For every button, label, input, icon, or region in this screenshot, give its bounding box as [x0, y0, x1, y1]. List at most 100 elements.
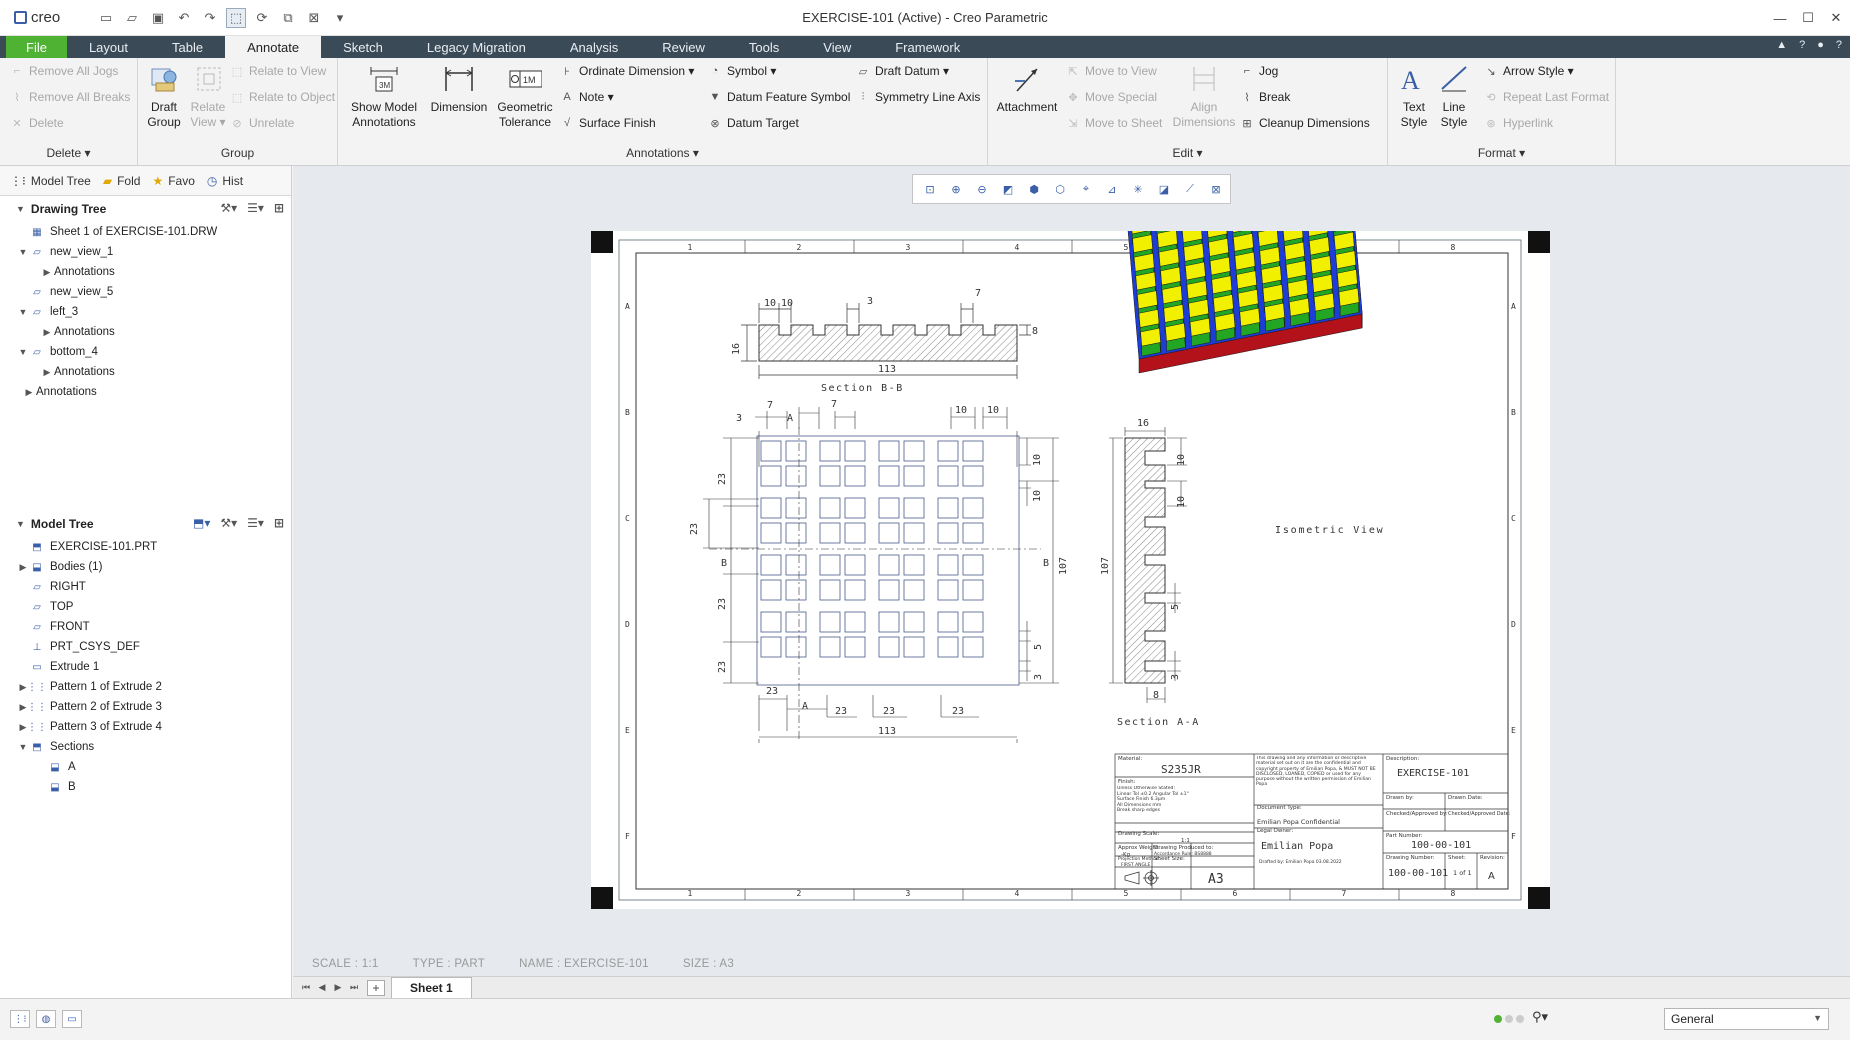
- format-group-label[interactable]: Format ▾: [1388, 146, 1615, 160]
- show-options-icon[interactable]: ☰▾: [247, 516, 264, 530]
- windows-icon[interactable]: ⧉: [278, 8, 298, 28]
- draft-datum-button[interactable]: ▱ Draft Datum ▾: [856, 64, 949, 78]
- drawing-tree-item[interactable]: ▦ Sheet 1 of EXERCISE-101.DRW: [0, 222, 292, 242]
- symbol-button[interactable]: ◔ Symbol ▾: [708, 64, 777, 78]
- align-dimensions-button[interactable]: Align Dimensions: [1173, 62, 1235, 130]
- tab-review[interactable]: Review: [640, 36, 727, 58]
- relate-to-view-button[interactable]: ⬚ Relate to View: [230, 64, 326, 78]
- expand-arrow-icon[interactable]: ▶: [40, 367, 54, 378]
- model-tree-item[interactable]: ▭ Extrude 1: [0, 657, 292, 677]
- tab-file[interactable]: File: [6, 36, 67, 58]
- spin-center-icon[interactable]: ✳: [1127, 178, 1149, 200]
- repaint-icon[interactable]: ◩: [997, 178, 1019, 200]
- arrow-style-button[interactable]: ↘ Arrow Style ▾: [1484, 64, 1573, 78]
- draft-group-button[interactable]: Draft Group: [142, 62, 186, 130]
- tab-view[interactable]: View: [801, 36, 873, 58]
- tab-legacy-migration[interactable]: Legacy Migration: [405, 36, 548, 58]
- expand-arrow-icon[interactable]: ▶: [40, 267, 54, 278]
- find-icon[interactable]: ⚲▾: [1532, 1009, 1548, 1025]
- tab-favorites[interactable]: ★ Favo: [152, 174, 194, 188]
- collapse-arrow-icon[interactable]: ▼: [16, 247, 30, 257]
- show-model-annotations-button[interactable]: 3M Show Model Annotations: [344, 62, 424, 130]
- help-icon[interactable]: ?: [1799, 39, 1805, 51]
- model-tree-item[interactable]: ▱ FRONT: [0, 617, 292, 637]
- app-logo[interactable]: creo: [14, 9, 60, 26]
- surface-finish-button[interactable]: √ Surface Finish: [560, 116, 656, 130]
- drawing-tree-item[interactable]: ▼ ▱ left_3: [0, 302, 292, 322]
- toggle-browser-icon[interactable]: ◍: [36, 1010, 56, 1028]
- symmetry-line-axis-button[interactable]: ⫶ Symmetry Line Axis: [856, 90, 981, 104]
- first-sheet-icon[interactable]: ⏮: [299, 980, 313, 996]
- model-tree-item[interactable]: ⬒ EXERCISE-101.PRT: [0, 537, 292, 557]
- full-screen-icon[interactable]: ▭: [62, 1010, 82, 1028]
- tab-model-tree[interactable]: ⋮⁝ Model Tree: [10, 174, 91, 188]
- ordinate-dimension-button[interactable]: ⊦ Ordinate Dimension ▾: [560, 64, 694, 78]
- break-button[interactable]: ⌇ Break: [1240, 90, 1290, 104]
- zoom-out-icon[interactable]: ⊖: [971, 178, 993, 200]
- drawing-tree-item[interactable]: ▼ ▱ new_view_1: [0, 242, 292, 262]
- move-to-view-button[interactable]: ⇱ Move to View: [1066, 64, 1156, 78]
- settings-tools-icon[interactable]: ⚒▾: [220, 516, 237, 530]
- view-manager-icon[interactable]: ◪: [1153, 178, 1175, 200]
- redo-icon[interactable]: ↷: [200, 8, 220, 28]
- unrelate-button[interactable]: ⊘ Unrelate: [230, 116, 294, 130]
- drawing-tree-item[interactable]: ▶ Annotations: [0, 362, 292, 382]
- attachment-button[interactable]: Attachment: [992, 62, 1062, 115]
- drawing-tree-item[interactable]: ▼ ▱ bottom_4: [0, 342, 292, 362]
- remove-all-jogs-button[interactable]: ⌐ Remove All Jogs: [10, 64, 119, 78]
- previous-sheet-icon[interactable]: ◀: [315, 980, 329, 996]
- collapse-arrow-icon[interactable]: ▼: [16, 742, 30, 752]
- model-tree-item[interactable]: ⬓ B: [0, 777, 292, 797]
- collapse-ribbon-icon[interactable]: ▲: [1776, 39, 1787, 51]
- datum-display-icon[interactable]: ⌖: [1075, 178, 1097, 200]
- selection-filter[interactable]: General ▼: [1664, 1008, 1829, 1030]
- model-tree-item[interactable]: ▶ ⋮⋮ Pattern 2 of Extrude 3: [0, 697, 292, 717]
- drawing-sheet[interactable]: 1122334455667788AABBCCDDEEFF 10 10 3 7 1…: [591, 231, 1550, 909]
- tab-history[interactable]: ◷ Hist: [207, 174, 243, 188]
- tab-layout[interactable]: Layout: [67, 36, 150, 58]
- text-style-button[interactable]: A Text Style: [1392, 62, 1436, 130]
- geometric-tolerance-button[interactable]: 1M Geometric Tolerance: [492, 62, 558, 130]
- minimize-icon[interactable]: —: [1766, 0, 1794, 36]
- annotations-group-label[interactable]: Annotations ▾: [338, 146, 987, 160]
- model-tree-item[interactable]: ⬓ A: [0, 757, 292, 777]
- filter-icon[interactable]: ⊞: [274, 201, 284, 215]
- drawing-tree-header[interactable]: ▼ Drawing Tree ⚒▾ ☰▾ ⊞: [0, 196, 292, 222]
- edit-group-label[interactable]: Edit ▾: [988, 146, 1387, 160]
- drawing-tree-item[interactable]: ▶ Annotations: [0, 262, 292, 282]
- display-style-icon[interactable]: ⬢: [1023, 178, 1045, 200]
- refit-icon[interactable]: ⊡: [919, 178, 941, 200]
- expand-arrow-icon[interactable]: ▶: [16, 562, 30, 573]
- tab-table[interactable]: Table: [150, 36, 225, 58]
- repeat-last-format-button[interactable]: ⟲ Repeat Last Format: [1484, 90, 1609, 104]
- tab-folder-browser[interactable]: ▰ Fold: [103, 174, 141, 188]
- model-tree-item[interactable]: ▶ ⬓ Bodies (1): [0, 557, 292, 577]
- settings-tools-icon[interactable]: ⚒▾: [220, 201, 237, 215]
- save-icon[interactable]: ▣: [148, 8, 168, 28]
- collapse-arrow-icon[interactable]: ▼: [16, 307, 30, 317]
- help-center-icon[interactable]: ?: [1836, 39, 1842, 51]
- annotation-display-icon[interactable]: ⊿: [1101, 178, 1123, 200]
- relate-to-object-button[interactable]: ⬚ Relate to Object: [230, 90, 335, 104]
- tab-analysis[interactable]: Analysis: [548, 36, 640, 58]
- customize-toolbar-icon[interactable]: ▾: [330, 8, 350, 28]
- tab-annotate[interactable]: Annotate: [225, 36, 322, 58]
- model-tree-item[interactable]: ▶ ⋮⋮ Pattern 1 of Extrude 2: [0, 677, 292, 697]
- move-special-button[interactable]: ✥ Move Special: [1066, 90, 1157, 104]
- user-icon[interactable]: ●: [1817, 39, 1824, 51]
- new-file-icon[interactable]: ▭: [96, 8, 116, 28]
- model-tree-item[interactable]: ▼ ⬒ Sections: [0, 737, 292, 757]
- show-options-icon[interactable]: ☰▾: [247, 201, 264, 215]
- drawing-tree-item[interactable]: ▱ new_view_5: [0, 282, 292, 302]
- filter-icon[interactable]: ⊞: [274, 516, 284, 530]
- saved-orientations-icon[interactable]: ⬡: [1049, 178, 1071, 200]
- dimension-button[interactable]: Dimension: [428, 62, 490, 115]
- line-style-button[interactable]: Line Style: [1434, 62, 1474, 130]
- tab-sketch[interactable]: Sketch: [321, 36, 405, 58]
- add-sheet-button[interactable]: +: [367, 979, 385, 996]
- sheet-display-icon[interactable]: ⊠: [1205, 178, 1227, 200]
- next-sheet-icon[interactable]: ▶: [331, 980, 345, 996]
- delete-button[interactable]: ✕ Delete: [10, 116, 63, 130]
- cleanup-dimensions-button[interactable]: ⊞ Cleanup Dimensions: [1240, 116, 1369, 130]
- model-selector-icon[interactable]: ⬒▾: [193, 516, 210, 530]
